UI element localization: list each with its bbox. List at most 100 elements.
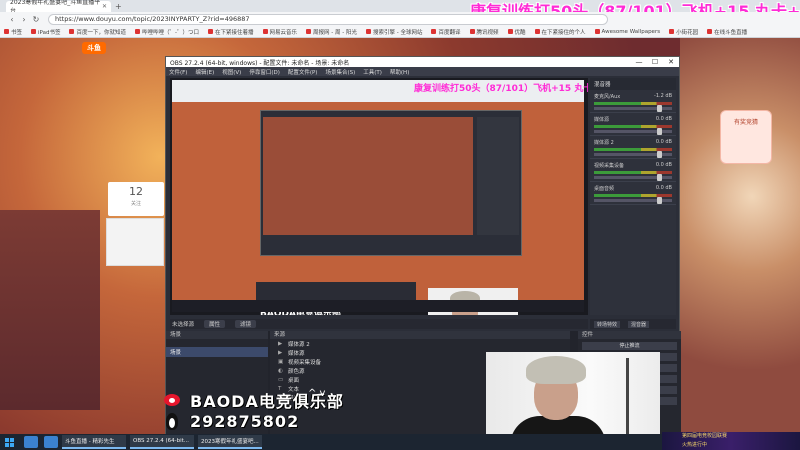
- source-item[interactable]: ▶ 媒体源 2: [270, 339, 570, 348]
- bookmark-icon: [534, 29, 540, 34]
- menu-profile[interactable]: 配置文件(P): [288, 68, 318, 76]
- menu-edit[interactable]: 编辑(E): [195, 68, 214, 76]
- close-icon[interactable]: ✕: [102, 3, 107, 10]
- bookmark[interactable]: iPad书签: [31, 28, 60, 36]
- menu-help[interactable]: 帮助(H): [390, 68, 409, 76]
- bookmark[interactable]: 网易云音乐: [262, 28, 297, 36]
- controls-header: 控件: [578, 331, 681, 339]
- browser-icon[interactable]: [44, 436, 58, 448]
- bookmark[interactable]: 小街花园: [669, 28, 698, 36]
- bookmark[interactable]: 在线斗鱼直播: [707, 28, 747, 36]
- obs-preview[interactable]: 康复训练打50头（87/101）飞机+15 丸卡+1 BAODA电竞俱乐部 29…: [170, 78, 588, 315]
- bookmark[interactable]: 哔哩哔哩（゜-゜）つ口: [135, 28, 199, 36]
- bookmark[interactable]: 搜索引擎 - 全球网站: [366, 28, 422, 36]
- camera-icon: ▣: [278, 359, 284, 365]
- menu-file[interactable]: 文件(F): [169, 68, 187, 76]
- properties-button[interactable]: 属性: [204, 320, 226, 328]
- mixer-channel: 媒体源 2 0.0 dB: [590, 136, 676, 159]
- new-tab-icon[interactable]: +: [115, 2, 125, 11]
- channel-name: 桌面音频: [594, 186, 615, 192]
- dock-tabs: 转场特效 混音器: [590, 319, 676, 329]
- nested-preview: [263, 117, 473, 235]
- taskbar-item-obs[interactable]: OBS 27.2.4 (64-bit...: [130, 435, 194, 449]
- webcam-feed: [486, 352, 660, 434]
- bookmark-icon: [431, 29, 437, 34]
- banner-line1: 第四届电竞校园联赛: [682, 433, 728, 439]
- windows-taskbar: 斗鱼直播 - 精彩先生 OBS 27.2.4 (64-bit... 2023寒假…: [0, 434, 662, 450]
- channel-db: 0.0 dB: [655, 162, 672, 168]
- bookmark-icon: [4, 29, 9, 34]
- bookmark[interactable]: Awesome Wallpapers: [594, 29, 660, 35]
- chevron-icons: ^ v: [308, 388, 326, 399]
- site-logo[interactable]: 斗鱼: [82, 42, 106, 54]
- mic-stand: [626, 358, 629, 434]
- obs-menu-bar: 文件(F) 编辑(E) 视图(V) 停靠窗口(D) 配置文件(P) 场景集合(S…: [166, 67, 679, 76]
- banner-line2: 火热进行中: [682, 442, 708, 448]
- mixer-channel: 媒体源 0.0 dB: [590, 113, 676, 136]
- channel-name: 视频采集设备: [594, 163, 625, 169]
- color-source-icon: ◐: [278, 368, 283, 374]
- bookmark-icon: [69, 29, 75, 34]
- follow-count: 12: [129, 185, 143, 198]
- bookmark[interactable]: 腾讯视频: [469, 28, 499, 36]
- bookmark[interactable]: 百度一下，你就知道: [69, 28, 126, 36]
- source-toolbar: 未选择源 属性 滤镜: [170, 319, 588, 329]
- scene-item[interactable]: 场景: [166, 347, 268, 357]
- follow-card[interactable]: 12 关注: [108, 182, 164, 216]
- volume-slider[interactable]: [594, 105, 672, 112]
- bookmark[interactable]: 优酷: [507, 28, 526, 36]
- follow-label: 关注: [130, 201, 141, 207]
- taskbar-item-douyu[interactable]: 斗鱼直播 - 精彩先生: [62, 435, 126, 449]
- page-decoration-right: [680, 38, 800, 434]
- windows-start-icon[interactable]: [0, 434, 18, 450]
- minimize-icon[interactable]: —: [631, 58, 647, 66]
- bookmark-icon: [469, 29, 475, 34]
- room-thumbnail[interactable]: [106, 218, 164, 266]
- taskbar-item-browser[interactable]: 2023寒假年礼盛宴吧...: [198, 435, 262, 449]
- tab-transitions[interactable]: 转场特效: [594, 320, 621, 328]
- nested-mixer: [477, 117, 519, 235]
- bookmark[interactable]: 在下紧接住的个人: [534, 28, 586, 36]
- bookmark-icon: [135, 29, 140, 34]
- volume-slider[interactable]: [594, 197, 672, 204]
- channel-db: -1.2 dB: [654, 93, 672, 99]
- bookmark[interactable]: 书签: [4, 28, 22, 36]
- address-bar: ‹ › ↻ https://www.douyu.com/topic/2023IN…: [0, 12, 800, 26]
- bookmark-icon: [31, 29, 37, 34]
- bookmark[interactable]: 在下紧接住着播: [208, 28, 254, 36]
- bookmark-icon: [306, 29, 312, 34]
- tab-mixer[interactable]: 混音器: [628, 320, 650, 328]
- maximize-icon[interactable]: ☐: [647, 58, 663, 66]
- promo-banner[interactable]: 第四届电竞校园联赛 火热进行中: [662, 432, 800, 450]
- url-input[interactable]: https://www.douyu.com/topic/2023INYPARTY…: [48, 13, 608, 25]
- sources-header: 来源: [270, 331, 570, 339]
- filters-button[interactable]: 滤镜: [235, 320, 257, 328]
- bookmark-icon: [208, 29, 213, 34]
- volume-slider[interactable]: [594, 174, 672, 181]
- scenes-header: 场景: [166, 331, 268, 339]
- qq-number: 292875802: [190, 412, 300, 431]
- channel-db: 0.0 dB: [655, 185, 672, 191]
- nested-capture: 康复训练打50头（87/101）飞机+15 丸卡+1 BAODA电竞俱乐部 29…: [172, 80, 588, 315]
- person-hair: [526, 356, 586, 384]
- bookmark[interactable]: 百度翻译: [431, 28, 461, 36]
- bookmark-icon: [366, 29, 371, 34]
- menu-scene-collection[interactable]: 场景集合(S): [325, 68, 355, 76]
- page-decoration-left: [0, 210, 100, 410]
- monitor-icon: ▭: [278, 377, 284, 383]
- menu-view[interactable]: 视图(V): [222, 68, 241, 76]
- forward-icon[interactable]: ›: [18, 15, 30, 24]
- menu-docks[interactable]: 停靠窗口(D): [249, 68, 280, 76]
- bookmark[interactable]: 周报网 - 周 - 阳光: [306, 28, 357, 36]
- mixer-title: 混音器: [590, 78, 676, 90]
- volume-slider[interactable]: [594, 128, 672, 135]
- menu-tools[interactable]: 工具(T): [363, 68, 382, 76]
- close-icon[interactable]: ✕: [663, 58, 679, 66]
- reload-icon[interactable]: ↻: [30, 15, 42, 24]
- browser-tab[interactable]: 2023寒假年礼盛宴吧_斗鱼直播平台 ✕: [6, 0, 111, 15]
- side-widget[interactable]: 有奖竞猜: [720, 110, 772, 164]
- volume-slider[interactable]: [594, 151, 672, 158]
- explorer-icon[interactable]: [24, 436, 38, 448]
- back-icon[interactable]: ‹: [6, 15, 18, 24]
- stop-streaming-button[interactable]: 停止推流: [582, 342, 677, 350]
